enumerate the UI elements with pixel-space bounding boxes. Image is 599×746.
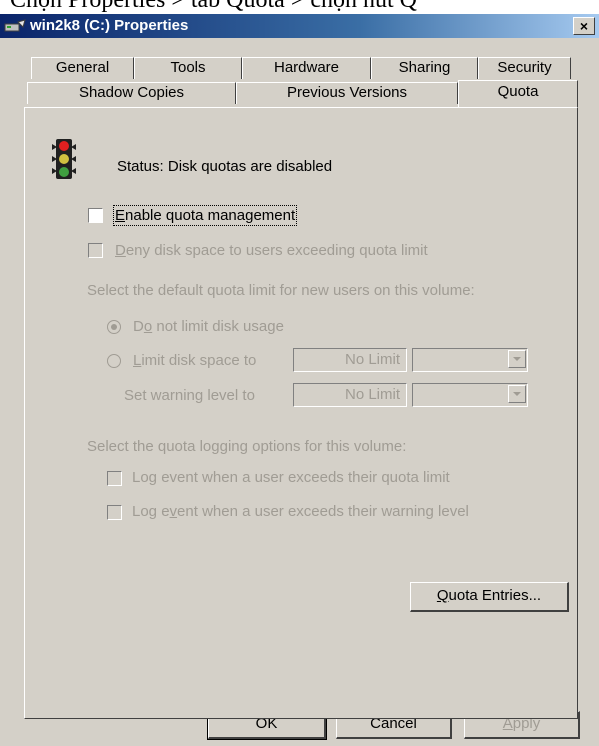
tab-hardware[interactable]: Hardware xyxy=(242,57,371,79)
log-warning-checkbox[interactable] xyxy=(107,505,122,520)
log-quota-label[interactable]: Log event when a user exceeds their quot… xyxy=(132,469,450,486)
caption-text: Chọn Properties > tab Quota > chọn nút Q xyxy=(10,0,418,13)
chevron-down-icon[interactable] xyxy=(508,385,526,403)
tab-label: Shadow Copies xyxy=(78,84,185,101)
enable-quota-accesskey: E xyxy=(115,207,126,224)
no-limit-label-end: not limit disk usage xyxy=(152,318,284,335)
log-quota-checkbox[interactable] xyxy=(107,471,122,486)
quota-status-text: Status: Disk quotas are disabled xyxy=(117,158,333,175)
limit-disk-label[interactable]: Limit disk space to xyxy=(133,352,256,369)
drive-properties-icon xyxy=(4,19,26,32)
properties-dialog: win2k8 (C:) Properties × General Tools H… xyxy=(0,14,599,746)
log-warning-label[interactable]: Log event when a user exceeds their warn… xyxy=(132,503,469,520)
warning-value-field[interactable]: No Limit xyxy=(293,383,407,407)
logging-heading: Select the quota logging options for thi… xyxy=(87,438,407,455)
tab-label: Security xyxy=(497,59,552,76)
tab-label: Hardware xyxy=(273,59,340,76)
tab-security[interactable]: Security xyxy=(478,57,571,79)
tab-label: Previous Versions xyxy=(286,84,408,101)
no-limit-accesskey: o xyxy=(143,318,153,335)
quota-entries-button[interactable]: Quota Entries... xyxy=(410,582,569,612)
document-caption: Chọn Properties > tab Quota > chọn nút Q xyxy=(0,0,599,14)
tab-label: Quota xyxy=(497,83,539,100)
default-limit-heading: Select the default quota limit for new u… xyxy=(87,282,475,299)
deny-space-accesskey: D xyxy=(115,242,126,259)
warning-level-label: Set warning level to xyxy=(124,387,255,404)
limit-value-field[interactable]: No Limit xyxy=(293,348,407,372)
close-icon: × xyxy=(579,18,589,34)
deny-space-label-text: eny disk space to users exceeding quota … xyxy=(125,242,428,259)
enable-quota-checkbox[interactable] xyxy=(88,208,103,223)
enable-quota-label-text: nable quota management xyxy=(125,207,296,224)
limit-disk-label-text: imit disk space to xyxy=(141,352,257,369)
quota-entries-accesskey: Q xyxy=(436,587,449,604)
quota-tab-panel: Status: Disk quotas are disabled Enable … xyxy=(24,107,578,719)
quota-entries-label: uota Entries... xyxy=(448,587,542,604)
tab-label: Tools xyxy=(170,59,206,76)
deny-space-checkbox[interactable] xyxy=(88,243,103,258)
tab-previous-versions[interactable]: Previous Versions xyxy=(236,82,458,104)
log-warning-accesskey: v xyxy=(169,503,178,520)
tab-label: Sharing xyxy=(398,59,451,76)
tab-tools[interactable]: Tools xyxy=(134,57,242,79)
tab-general[interactable]: General xyxy=(31,57,134,79)
no-limit-label[interactable]: Do not limit disk usage xyxy=(133,318,284,335)
traffic-light-icon xyxy=(52,139,76,179)
deny-space-label[interactable]: Deny disk space to users exceeding quota… xyxy=(115,242,428,259)
tab-quota[interactable]: Quota xyxy=(458,80,578,107)
limit-unit-select[interactable] xyxy=(412,348,528,372)
tab-shadow-copies[interactable]: Shadow Copies xyxy=(27,82,236,104)
log-warning-label-end: ent when a user exceeds their warning le… xyxy=(177,503,469,520)
window-title: win2k8 (C:) Properties xyxy=(30,17,189,34)
tab-label: General xyxy=(55,59,110,76)
warning-unit-select[interactable] xyxy=(412,383,528,407)
tab-sharing[interactable]: Sharing xyxy=(371,57,478,79)
title-bar[interactable]: win2k8 (C:) Properties × xyxy=(0,14,599,38)
close-button[interactable]: × xyxy=(573,17,595,35)
no-limit-radio[interactable] xyxy=(107,320,121,334)
chevron-down-icon[interactable] xyxy=(508,350,526,368)
enable-quota-label[interactable]: Enable quota management xyxy=(112,205,298,226)
log-warning-label-start: Log e xyxy=(132,503,170,520)
no-limit-label-start: D xyxy=(133,318,144,335)
limit-disk-radio[interactable] xyxy=(107,354,121,368)
